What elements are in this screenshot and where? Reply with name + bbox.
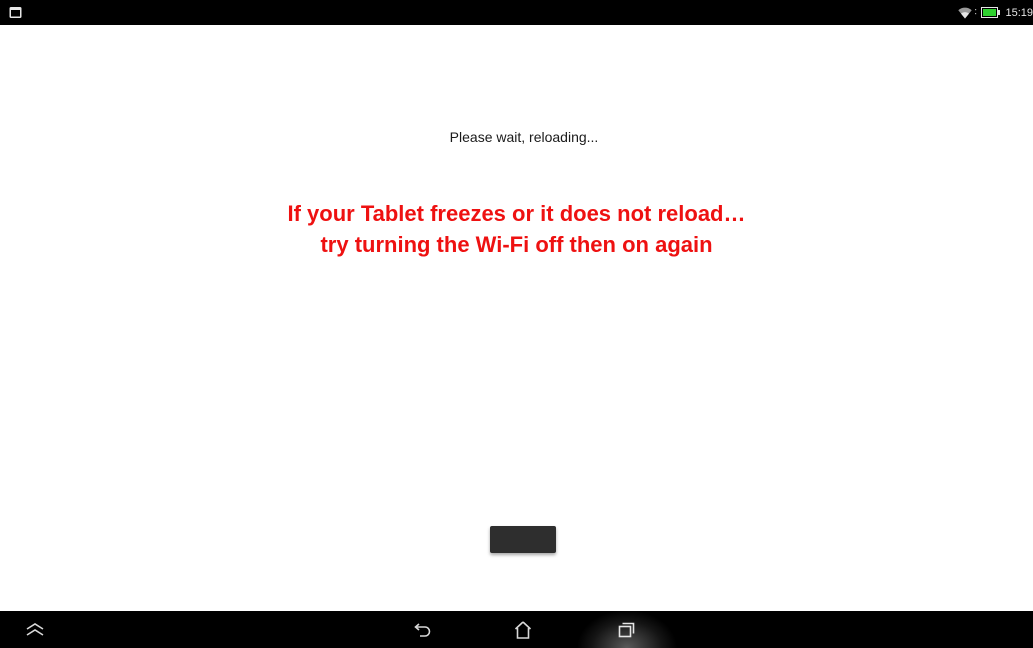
- menu-expand-button[interactable]: [20, 611, 50, 648]
- reload-button[interactable]: [490, 526, 556, 553]
- notification-icon: [9, 7, 22, 18]
- battery-icon: [981, 7, 1001, 18]
- status-clock: 15:19: [1005, 6, 1033, 19]
- separator-icon: [975, 8, 977, 14]
- wifi-icon: [958, 7, 973, 18]
- recent-apps-icon: [618, 622, 635, 637]
- content-area: Please wait, reloading... If your Tablet…: [0, 25, 1033, 611]
- menu-expand-icon: [26, 622, 44, 636]
- notice-line-2: try turning the Wi-Fi off then on again: [320, 232, 713, 257]
- recent-apps-button[interactable]: [610, 611, 644, 648]
- wifi-notice: If your Tablet freezes or it does not re…: [0, 198, 1033, 260]
- reloading-message: Please wait, reloading...: [449, 129, 599, 145]
- back-icon: [414, 622, 431, 637]
- home-icon: [514, 620, 532, 639]
- home-button[interactable]: [506, 611, 540, 648]
- status-area: 15:19: [958, 0, 1033, 25]
- notice-line-1: If your Tablet freezes or it does not re…: [287, 201, 746, 226]
- status-bar: 15:19: [0, 0, 1033, 25]
- back-button[interactable]: [406, 611, 440, 648]
